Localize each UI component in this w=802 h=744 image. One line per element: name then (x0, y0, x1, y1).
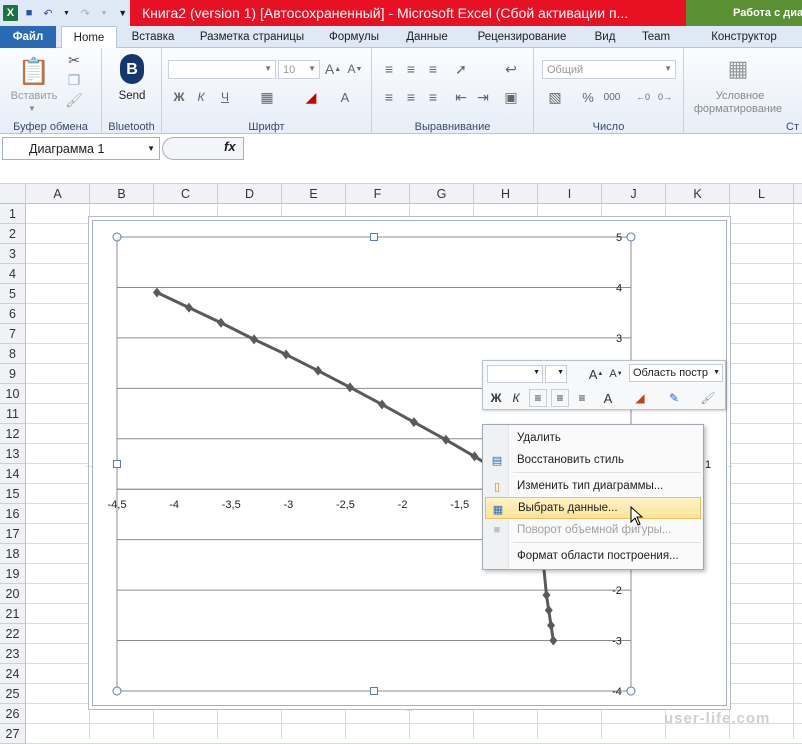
x-tick-label: -4 (169, 499, 179, 511)
x-tick-label: -4,5 (108, 499, 127, 511)
mini-fill-color-icon[interactable]: ◢ (631, 389, 649, 407)
data-point-marker (314, 366, 322, 376)
chart-grip: … (725, 460, 733, 469)
data-point-marker (153, 287, 161, 297)
menu-item-label: Изменить тип диаграммы... (517, 480, 663, 492)
3d-rotation-icon: ■ (489, 522, 505, 538)
data-point-marker (185, 303, 193, 313)
mini-bold-button[interactable]: Ж (487, 389, 505, 407)
menu-separator (513, 542, 701, 543)
menu-item-format-plot-area[interactable]: Формат области построения... (485, 545, 701, 567)
mini-grow-font-icon[interactable]: A ▲ (587, 365, 605, 383)
select-data-icon: ▦ (490, 501, 506, 517)
resize-handle (627, 687, 635, 695)
y-tick-label: -4 (612, 686, 622, 698)
menu-item-label: Поворот объемной фигуры... (517, 524, 671, 536)
chart-grip: … (405, 214, 413, 223)
data-point-marker (442, 435, 450, 445)
menu-item-change-chart-type[interactable]: ▯ Изменить тип диаграммы... (485, 475, 701, 497)
resize-handle (371, 234, 378, 241)
menu-item-label: Удалить (517, 432, 561, 444)
menu-item-delete[interactable]: Удалить (485, 427, 701, 449)
data-point-marker (547, 620, 555, 630)
menu-item-reset-style[interactable]: ▤ Восстановить стиль (485, 449, 701, 471)
menu-separator (513, 472, 701, 473)
resize-handle (113, 687, 121, 695)
data-point-marker (282, 350, 290, 360)
chevron-down-icon: ▼ (557, 369, 564, 376)
watermark: user-life.com (664, 710, 770, 727)
menu-item-3d-rotation[interactable]: ■ Поворот объемной фигуры... (485, 519, 701, 541)
resize-handle (113, 233, 121, 241)
resize-handle (114, 461, 121, 468)
data-point-marker (378, 399, 386, 409)
mini-shrink-font-icon[interactable]: A ▼ (607, 365, 625, 383)
menu-item-select-data[interactable]: ▦ Выбрать данные... (485, 497, 701, 519)
data-point-marker (549, 636, 557, 646)
mouse-cursor-icon (630, 506, 644, 526)
context-menu: Удалить ▤ Восстановить стиль ▯ Изменить ти… (482, 424, 704, 570)
mini-align-right-icon[interactable]: ≡ (573, 389, 591, 407)
data-point-marker (217, 318, 225, 328)
mini-toolbar: ▼ ▼ A ▲ A ▼ Область постр ▼ Ж К ≡ ≡ ≡ A ◢ ✎… (482, 360, 726, 410)
x-tick-label: -3,5 (222, 499, 241, 511)
chevron-down-icon: ▼ (533, 369, 540, 376)
y-tick-label: 1 (705, 459, 711, 471)
resize-handle (627, 233, 635, 241)
resize-handle (371, 688, 378, 695)
x-tick-label: -2,5 (336, 499, 355, 511)
mini-align-left-icon[interactable]: ≡ (529, 389, 547, 407)
menu-item-label: Восстановить стиль (517, 454, 624, 466)
y-tick-label: -2 (612, 585, 622, 597)
mini-align-center-icon[interactable]: ≡ (551, 389, 569, 407)
mini-font-color-icon[interactable]: A (599, 389, 617, 407)
y-tick-label: 5 (616, 232, 622, 244)
chart-grip: … (405, 704, 413, 713)
chart-grip: … (85, 460, 93, 469)
y-tick-label: 3 (616, 333, 622, 345)
mini-format-painter-icon[interactable]: 🖌 (699, 389, 717, 407)
mini-outline-color-icon[interactable]: ✎ (665, 389, 683, 407)
y-tick-label: 4 (616, 282, 622, 294)
mini-font-combo[interactable]: ▼ (487, 365, 543, 383)
menu-item-label: Формат области построения... (517, 550, 679, 562)
mini-chart-element-value: Область постр (633, 367, 708, 379)
mini-size-combo[interactable]: ▼ (545, 365, 567, 383)
data-point-marker (471, 451, 479, 461)
chevron-down-icon: ▼ (713, 369, 720, 376)
data-point-marker (542, 590, 550, 600)
data-point-marker (410, 417, 418, 427)
y-tick-label: -3 (612, 636, 622, 648)
data-point-marker (346, 382, 354, 392)
mini-italic-button[interactable]: К (507, 389, 525, 407)
x-tick-label: -3 (283, 499, 293, 511)
data-point-marker (250, 334, 258, 344)
data-point-marker (545, 605, 553, 615)
reset-style-icon: ▤ (489, 452, 505, 468)
bar-chart-icon: ▯ (489, 478, 505, 494)
menu-item-label: Выбрать данные... (518, 502, 618, 514)
mini-chart-element-combo[interactable]: Область постр ▼ (629, 364, 723, 382)
x-tick-label: -1,5 (450, 499, 469, 511)
x-tick-label: -2 (398, 499, 408, 511)
